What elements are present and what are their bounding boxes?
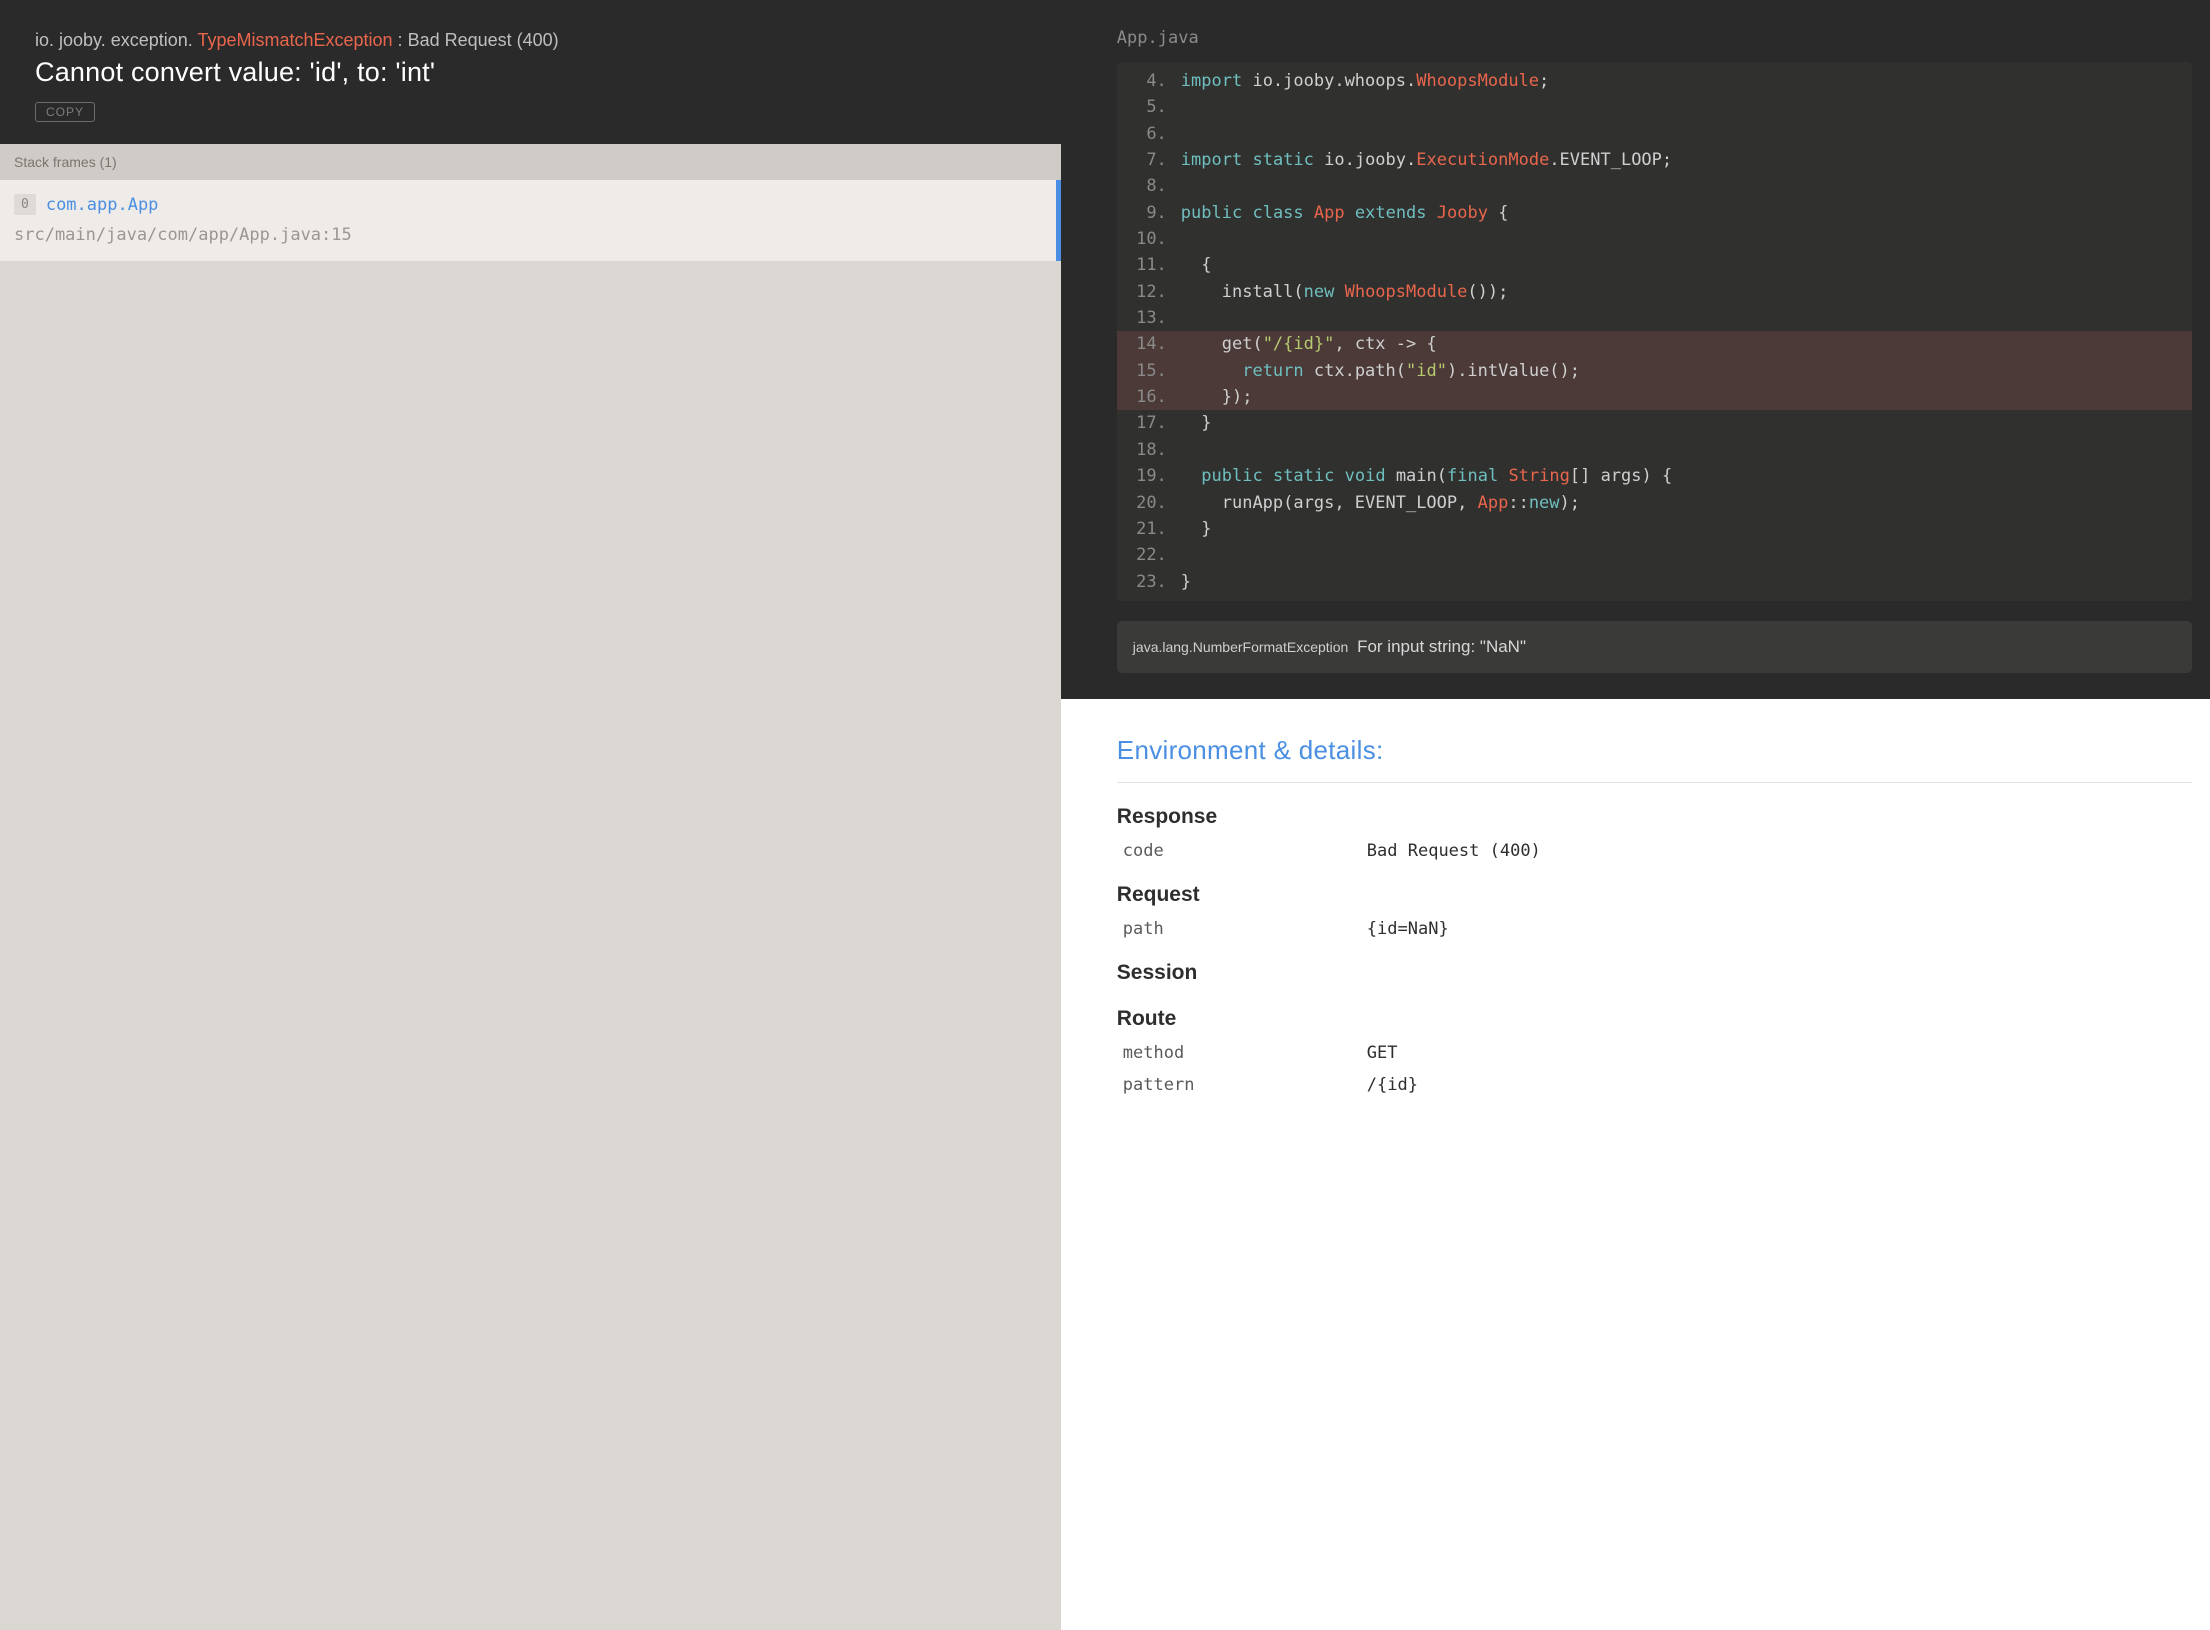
stack-frame[interactable]: 0 com.app.App src/main/java/com/app/App.ja… <box>0 180 1061 261</box>
exception-header: io. jooby. exception. TypeMismatchExcept… <box>0 0 1061 144</box>
code-line: 13. <box>1117 305 2192 331</box>
details-subheading: Request <box>1117 883 2210 907</box>
code-line: 22. <box>1117 542 2192 568</box>
code-line: 18. <box>1117 437 2192 463</box>
exception-status: Bad Request (400) <box>408 30 559 50</box>
details-subheading: Session <box>1117 961 2210 985</box>
frame-class: com.app.App <box>46 195 159 215</box>
details-heading: Environment & details: <box>1117 735 2192 783</box>
code-line: 11. { <box>1117 252 2192 278</box>
code-line: 8. <box>1117 173 2192 199</box>
cause-box: java.lang.NumberFormatException For inpu… <box>1117 621 2192 673</box>
code-line: 14. get("/{id}", ctx -> { <box>1117 331 2192 357</box>
details-row: path{id=NaN} <box>1117 919 2210 939</box>
source-filename: App.java <box>1061 28 2210 62</box>
source-code-block: 4.import io.jooby.whoops.WhoopsModule;5.… <box>1117 62 2192 601</box>
frame-index: 0 <box>14 194 36 215</box>
details-subheading: Route <box>1117 1007 2210 1031</box>
code-line: 20. runApp(args, EVENT_LOOP, App::new); <box>1117 490 2192 516</box>
code-line: 7.import static io.jooby.ExecutionMode.E… <box>1117 147 2192 173</box>
code-line: 16. }); <box>1117 384 2192 410</box>
details-row: pattern/{id} <box>1117 1075 2210 1095</box>
cause-class: java.lang.NumberFormatException <box>1133 639 1349 655</box>
code-line: 15. return ctx.path("id").intValue(); <box>1117 358 2192 384</box>
details-row: methodGET <box>1117 1043 2210 1063</box>
code-line: 10. <box>1117 226 2192 252</box>
code-line: 9.public class App extends Jooby { <box>1117 200 2192 226</box>
code-line: 12. install(new WhoopsModule()); <box>1117 279 2192 305</box>
stack-frames-header: Stack frames (1) <box>0 144 1061 180</box>
right-panel: App.java 4.import io.jooby.whoops.Whoops… <box>1061 0 2210 1630</box>
exception-sep: : <box>393 30 408 50</box>
details-key: pattern <box>1117 1075 1367 1095</box>
code-line: 23.} <box>1117 569 2192 595</box>
details-value: {id=NaN} <box>1367 919 1449 939</box>
left-panel: io. jooby. exception. TypeMismatchExcept… <box>0 0 1061 1630</box>
source-section: App.java 4.import io.jooby.whoops.Whoops… <box>1061 0 2210 699</box>
details-row: codeBad Request (400) <box>1117 841 2210 861</box>
exception-namespace: io. jooby. exception. <box>35 30 197 50</box>
cause-message: For input string: "NaN" <box>1357 637 1526 656</box>
code-line: 19. public static void main(final String… <box>1117 463 2192 489</box>
code-line: 21. } <box>1117 516 2192 542</box>
exception-message: Cannot convert value: 'id', to: 'int' <box>35 57 1026 88</box>
details-section: Environment & details: Response codeBad R… <box>1061 699 2210 1135</box>
code-line: 5. <box>1117 94 2192 120</box>
exception-title-line: io. jooby. exception. TypeMismatchExcept… <box>35 30 1026 51</box>
details-key: path <box>1117 919 1367 939</box>
code-line: 17. } <box>1117 410 2192 436</box>
stack-frames-list: 0 com.app.App src/main/java/com/app/App.ja… <box>0 180 1061 261</box>
details-key: method <box>1117 1043 1367 1063</box>
details-value: Bad Request (400) <box>1367 841 1541 861</box>
details-key: code <box>1117 841 1367 861</box>
details-value: GET <box>1367 1043 1398 1063</box>
details-subheading: Response <box>1117 805 2210 829</box>
exception-class: TypeMismatchException <box>197 30 392 50</box>
code-line: 6. <box>1117 121 2192 147</box>
code-line: 4.import io.jooby.whoops.WhoopsModule; <box>1117 68 2192 94</box>
frame-file: src/main/java/com/app/App.java:15 <box>14 225 1042 245</box>
copy-button[interactable]: COPY <box>35 102 95 122</box>
details-value: /{id} <box>1367 1075 1418 1095</box>
